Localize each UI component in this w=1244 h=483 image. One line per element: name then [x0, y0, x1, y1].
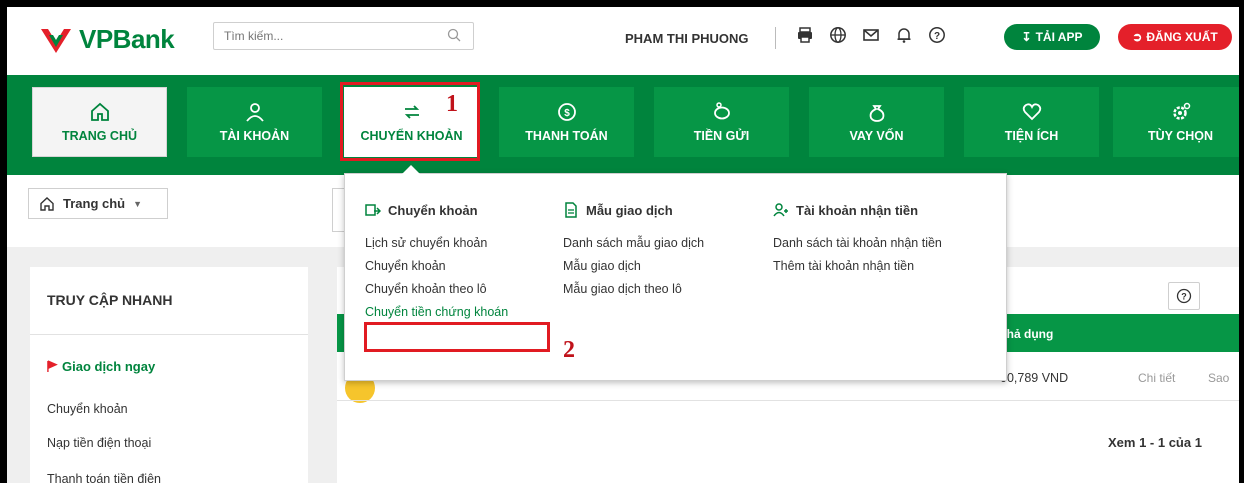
svg-text:$: $ — [564, 108, 570, 119]
menu-item-beneficiary-list[interactable]: Danh sách tài khoản nhận tiền — [773, 232, 942, 255]
logo-text: VPBank — [79, 24, 175, 54]
gear-icon — [1172, 102, 1190, 120]
chevron-down-icon: ▼ — [133, 198, 143, 209]
transfer-dropdown-menu: Chuyển khoản Lịch sử chuyển khoản Chuyển… — [344, 173, 1007, 381]
quick-access-title: TRUY CẬP NHANH — [47, 292, 173, 308]
quick-link-phone-topup[interactable]: Nạp tiền điện thoại — [47, 436, 151, 450]
home-icon — [90, 102, 109, 121]
add-user-icon — [773, 203, 788, 217]
username: PHAM THI PHUONG — [625, 31, 749, 46]
nav-item-transfer[interactable]: CHUYỂN KHOẢN — [344, 87, 479, 157]
menu-item-batch-transfer[interactable]: Chuyển khoản theo lô — [365, 278, 508, 301]
table-row-divider — [337, 400, 1239, 401]
document-icon — [565, 202, 577, 218]
main-nav: TRANG CHỦ TÀI KHOẢN CHUYỂN KHOẢN $ THANH… — [7, 75, 1244, 175]
menu-item-transfer[interactable]: Chuyển khoản — [365, 255, 508, 278]
nav-item-loan[interactable]: VAY VỐN — [809, 87, 944, 157]
download-app-button[interactable]: ↧ TẢI APP — [1004, 24, 1100, 50]
menu-item-batch-template[interactable]: Mẫu giao dịch theo lô — [563, 278, 704, 301]
copy-link[interactable]: Sao — [1208, 371, 1238, 385]
vpbank-logo[interactable]: VPBank — [39, 24, 175, 55]
home-icon — [40, 196, 54, 211]
mail-icon[interactable] — [862, 26, 880, 44]
dropdown-caret — [402, 165, 420, 174]
nav-item-payment[interactable]: $ THANH TOÁN — [499, 87, 634, 157]
balance-amount: 00,789 VND — [1000, 371, 1069, 385]
printer-icon[interactable] — [796, 26, 814, 44]
nav-item-utilities[interactable]: TIỆN ÍCH — [964, 87, 1099, 157]
breadcrumb[interactable]: Trang chủ ▼ — [28, 188, 168, 219]
quick-link-transfer[interactable]: Chuyển khoản — [47, 402, 128, 416]
heart-icon — [1022, 103, 1041, 121]
svg-text:?: ? — [934, 31, 940, 42]
flag-icon — [47, 360, 58, 372]
money-bag-icon — [869, 105, 884, 122]
menu-item-template[interactable]: Mẫu giao dịch — [563, 255, 704, 278]
nav-item-deposit[interactable]: TIỀN GỬI — [654, 87, 789, 157]
help-icon: ? — [1176, 288, 1192, 304]
logout-button[interactable]: ➲ ĐĂNG XUẤT — [1118, 24, 1232, 50]
nav-item-home[interactable]: TRANG CHỦ — [32, 87, 167, 157]
quick-transaction-heading: Giao dịch ngay — [47, 359, 155, 374]
quick-access-panel: TRUY CẬP NHANH Giao dịch ngay Chuyển kho… — [30, 267, 308, 483]
piggy-bank-icon — [713, 102, 730, 120]
dropdown-column-transfer: Chuyển khoản Lịch sử chuyển khoản Chuyển… — [365, 202, 508, 324]
download-icon: ↧ — [1021, 30, 1032, 44]
search-icon[interactable] — [447, 28, 461, 42]
dropdown-heading-transfer: Chuyển khoản — [365, 202, 508, 218]
pagination-info: Xem 1 - 1 của 1 — [1108, 435, 1202, 450]
dropdown-heading-templates: Mẫu giao dịch — [563, 202, 704, 218]
nav-item-options[interactable]: TÙY CHỌN — [1113, 87, 1244, 157]
column-header-balance: khả dụng — [1000, 327, 1054, 341]
menu-item-securities-transfer[interactable]: Chuyển tiền chứng khoán — [365, 301, 508, 324]
dropdown-column-beneficiaries: Tài khoản nhận tiền Danh sách tài khoản … — [773, 202, 942, 278]
search-input[interactable] — [213, 22, 474, 50]
help-icon[interactable]: ? — [928, 26, 946, 44]
bell-icon[interactable] — [895, 26, 913, 44]
header-icons: ? — [796, 26, 946, 44]
globe-icon[interactable] — [829, 26, 847, 44]
transfer-icon — [404, 105, 419, 119]
menu-item-transfer-history[interactable]: Lịch sử chuyển khoản — [365, 232, 508, 255]
vpbank-logo-icon — [41, 28, 71, 53]
step-number-2: 2 — [563, 337, 575, 363]
dropdown-heading-beneficiaries: Tài khoản nhận tiền — [773, 202, 942, 218]
nav-item-account[interactable]: TÀI KHOẢN — [187, 87, 322, 157]
header-separator — [775, 27, 776, 49]
quick-link-electricity-bill[interactable]: Thanh toán tiền điện — [47, 472, 161, 483]
menu-item-template-list[interactable]: Danh sách mẫu giao dịch — [563, 232, 704, 255]
user-icon — [245, 103, 264, 122]
menu-item-add-beneficiary[interactable]: Thêm tài khoản nhận tiền — [773, 255, 942, 278]
bank-transfer-icon — [365, 204, 381, 216]
help-button[interactable]: ? — [1168, 282, 1200, 310]
svg-text:?: ? — [1181, 292, 1187, 302]
detail-link[interactable]: Chi tiết — [1138, 371, 1175, 385]
dollar-icon: $ — [557, 103, 576, 121]
sidebar-divider — [30, 334, 308, 335]
step-number-1: 1 — [446, 91, 458, 117]
dropdown-column-templates: Mẫu giao dịch Danh sách mẫu giao dịch Mẫ… — [563, 202, 704, 301]
logout-icon: ➲ — [1132, 30, 1143, 44]
